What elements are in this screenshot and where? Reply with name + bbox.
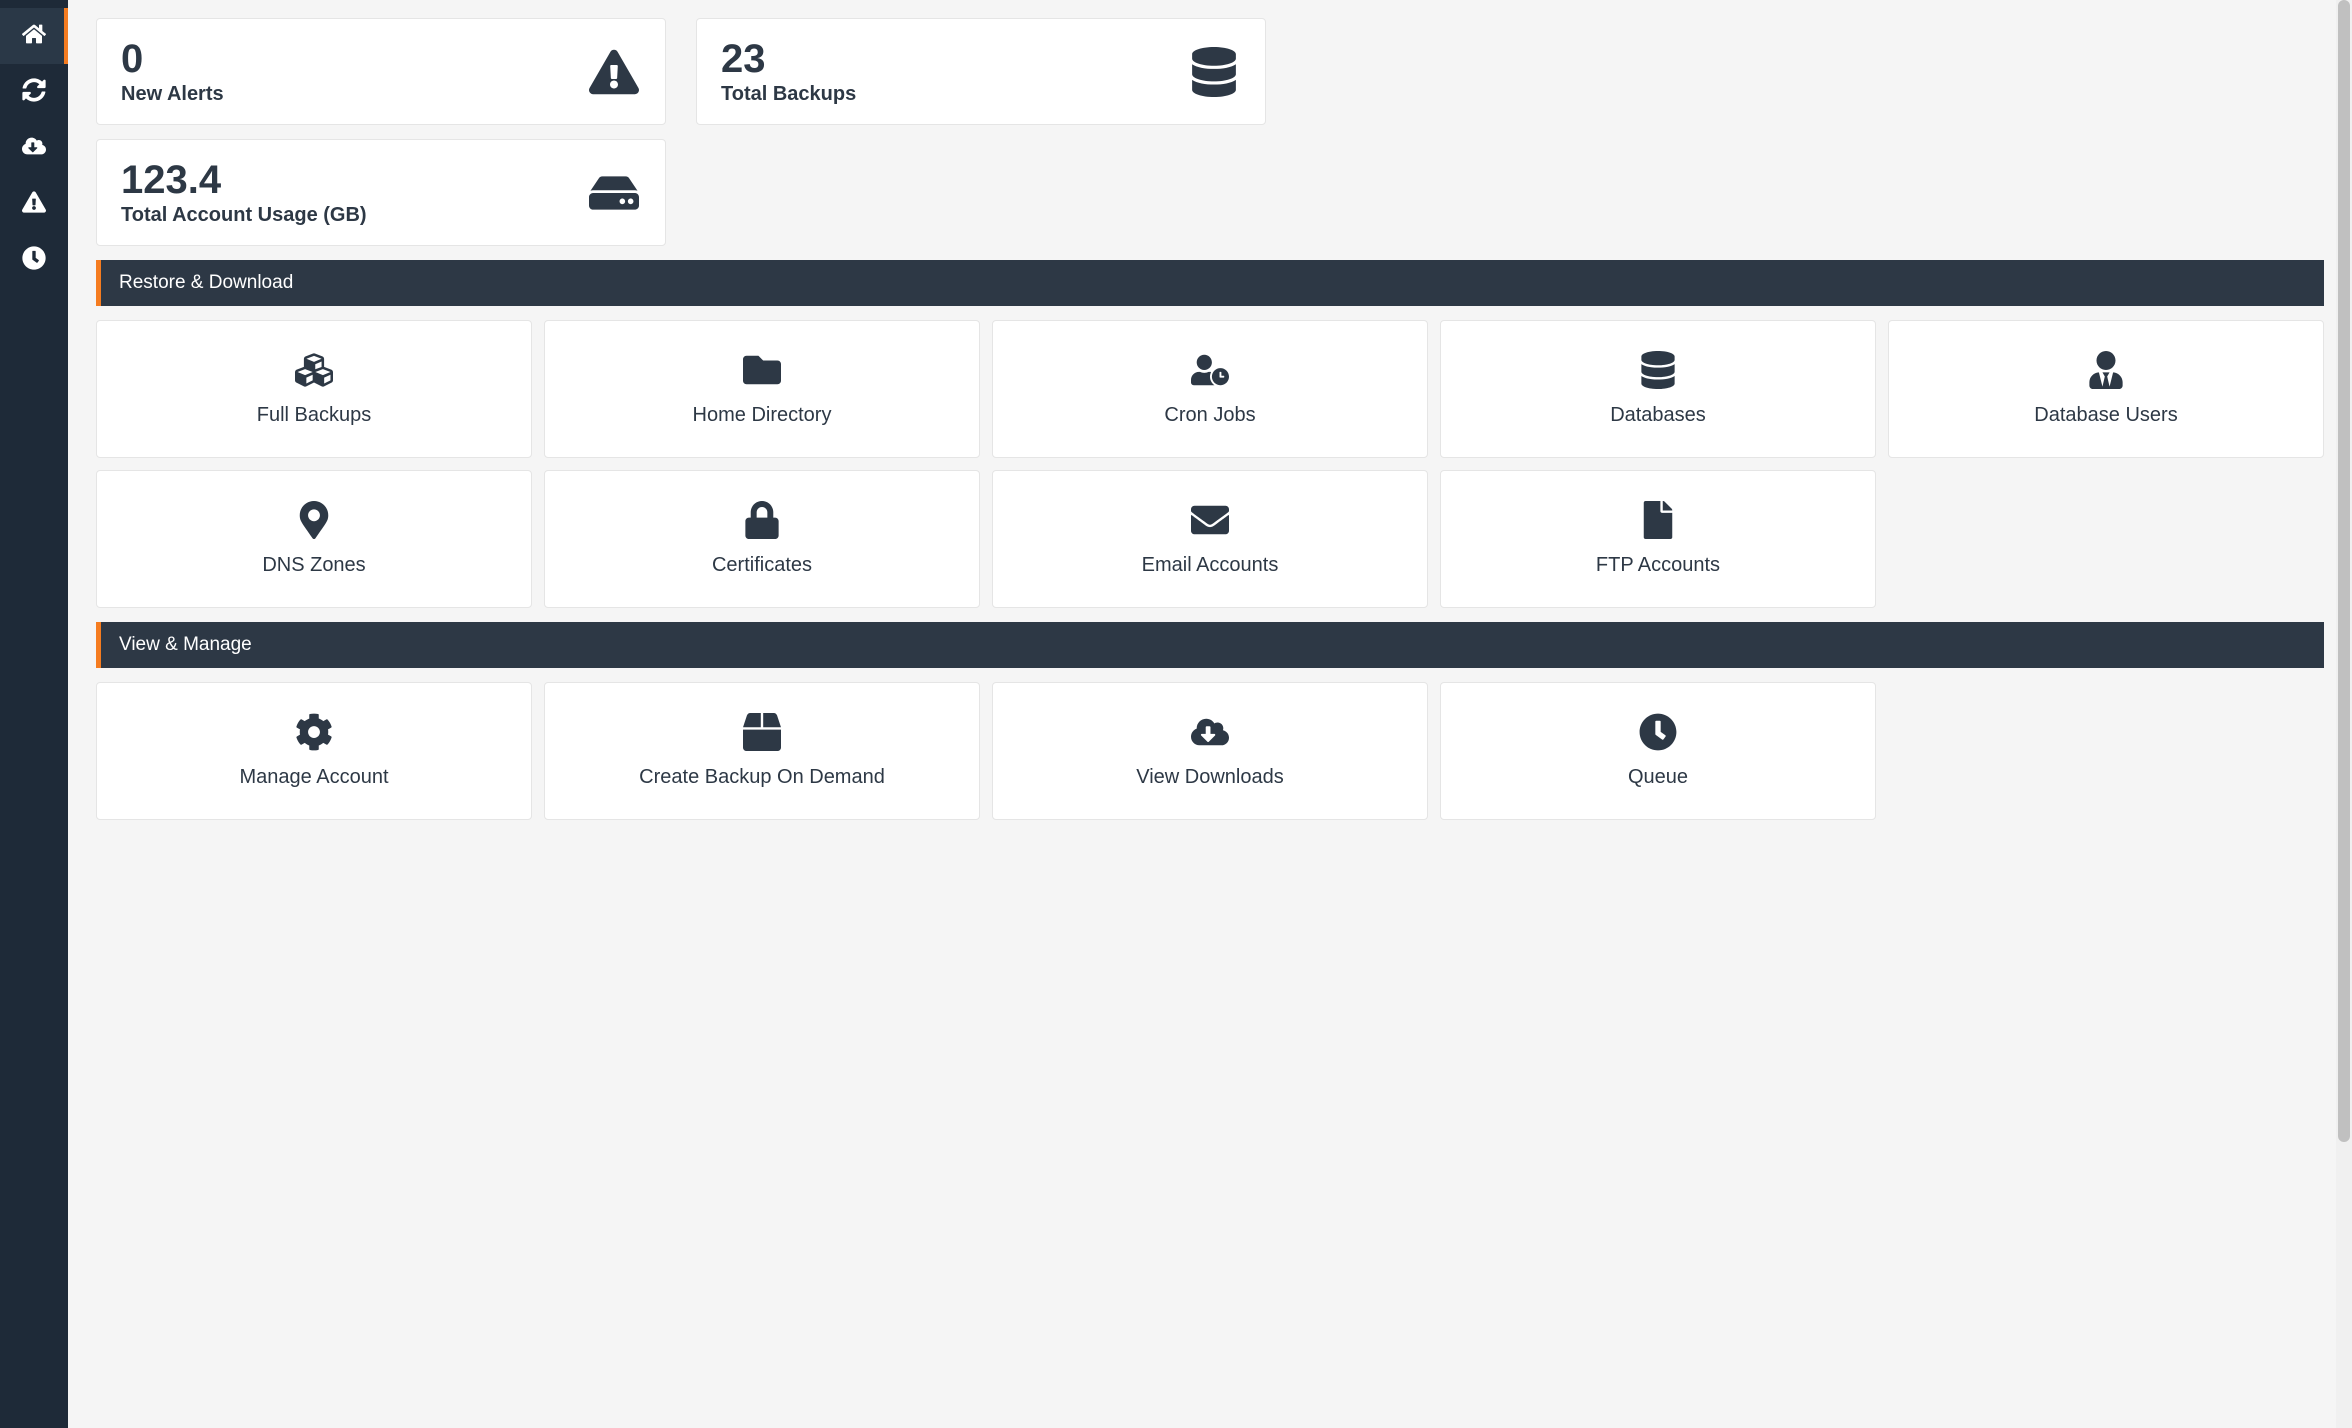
sidebar-item-queue[interactable]	[0, 232, 68, 288]
tile-label: Databases	[1610, 402, 1706, 428]
clock-icon	[22, 246, 46, 275]
tile-label: FTP Accounts	[1596, 552, 1720, 578]
tile-label: Database Users	[2034, 402, 2177, 428]
tile-label: Email Accounts	[1142, 552, 1279, 578]
tile-email-accounts[interactable]: Email Accounts	[992, 470, 1428, 608]
sync-icon	[22, 78, 46, 107]
stat-label-alerts: New Alerts	[121, 83, 224, 106]
tile-databases[interactable]: Databases	[1440, 320, 1876, 458]
file-icon	[1638, 500, 1678, 540]
cubes-icon	[294, 350, 334, 390]
tile-create-backup[interactable]: Create Backup On Demand	[544, 682, 980, 820]
tile-label: DNS Zones	[262, 552, 365, 578]
section-header-restore: Restore & Download	[96, 260, 2324, 306]
stat-value-alerts: 0	[121, 37, 224, 81]
tile-label: Home Directory	[693, 402, 832, 428]
stats-row-2: 123.4 Total Account Usage (GB)	[96, 139, 2324, 246]
scrollbar-thumb[interactable]	[2338, 0, 2350, 1142]
hdd-icon	[587, 166, 641, 220]
tile-label: View Downloads	[1136, 764, 1284, 790]
stat-card-alerts[interactable]: 0 New Alerts	[96, 18, 666, 125]
tile-ftp-accounts[interactable]: FTP Accounts	[1440, 470, 1876, 608]
sidebar-item-sync[interactable]	[0, 64, 68, 120]
stat-value-usage: 123.4	[121, 158, 367, 202]
cloud-download-icon	[22, 134, 46, 163]
cloud-download-icon	[1190, 712, 1230, 752]
database-icon	[1187, 45, 1241, 99]
tile-label: Queue	[1628, 764, 1688, 790]
tile-cron-jobs[interactable]: Cron Jobs	[992, 320, 1428, 458]
folder-icon	[742, 350, 782, 390]
clock-icon	[1638, 712, 1678, 752]
sidebar-item-home[interactable]	[0, 8, 68, 64]
tile-label: Cron Jobs	[1164, 402, 1255, 428]
sidebar-item-download[interactable]	[0, 120, 68, 176]
user-clock-icon	[1190, 350, 1230, 390]
tile-home-directory[interactable]: Home Directory	[544, 320, 980, 458]
sidebar-item-alerts[interactable]	[0, 176, 68, 232]
database-icon	[1638, 350, 1678, 390]
warning-icon	[587, 45, 641, 99]
tile-database-users[interactable]: Database Users	[1888, 320, 2324, 458]
tile-manage-account[interactable]: Manage Account	[96, 682, 532, 820]
box-icon	[742, 712, 782, 752]
tile-certificates[interactable]: Certificates	[544, 470, 980, 608]
warning-icon	[22, 190, 46, 219]
main-content: 0 New Alerts 23 Total Backups	[68, 0, 2352, 1428]
stat-label-backups: Total Backups	[721, 83, 856, 106]
stat-label-usage: Total Account Usage (GB)	[121, 204, 367, 227]
restore-tile-grid: Full Backups Home Directory Cron Jobs Da…	[96, 320, 2324, 608]
home-icon	[22, 22, 46, 51]
tile-label: Certificates	[712, 552, 812, 578]
tile-label: Create Backup On Demand	[639, 764, 885, 790]
scrollbar[interactable]	[2336, 0, 2352, 1428]
manage-tile-grid: Manage Account Create Backup On Demand V…	[96, 682, 2324, 820]
sidebar	[0, 0, 68, 1428]
stat-value-backups: 23	[721, 37, 856, 81]
stat-card-usage[interactable]: 123.4 Total Account Usage (GB)	[96, 139, 666, 246]
user-tie-icon	[2086, 350, 2126, 390]
stat-card-backups[interactable]: 23 Total Backups	[696, 18, 1266, 125]
lock-icon	[742, 500, 782, 540]
tile-dns-zones[interactable]: DNS Zones	[96, 470, 532, 608]
tile-full-backups[interactable]: Full Backups	[96, 320, 532, 458]
map-marker-icon	[294, 500, 334, 540]
section-header-manage: View & Manage	[96, 622, 2324, 668]
cog-icon	[294, 712, 334, 752]
tile-queue[interactable]: Queue	[1440, 682, 1876, 820]
envelope-icon	[1190, 500, 1230, 540]
tile-label: Full Backups	[257, 402, 372, 428]
tile-label: Manage Account	[240, 764, 389, 790]
tile-view-downloads[interactable]: View Downloads	[992, 682, 1428, 820]
stats-row: 0 New Alerts 23 Total Backups	[96, 18, 2324, 125]
